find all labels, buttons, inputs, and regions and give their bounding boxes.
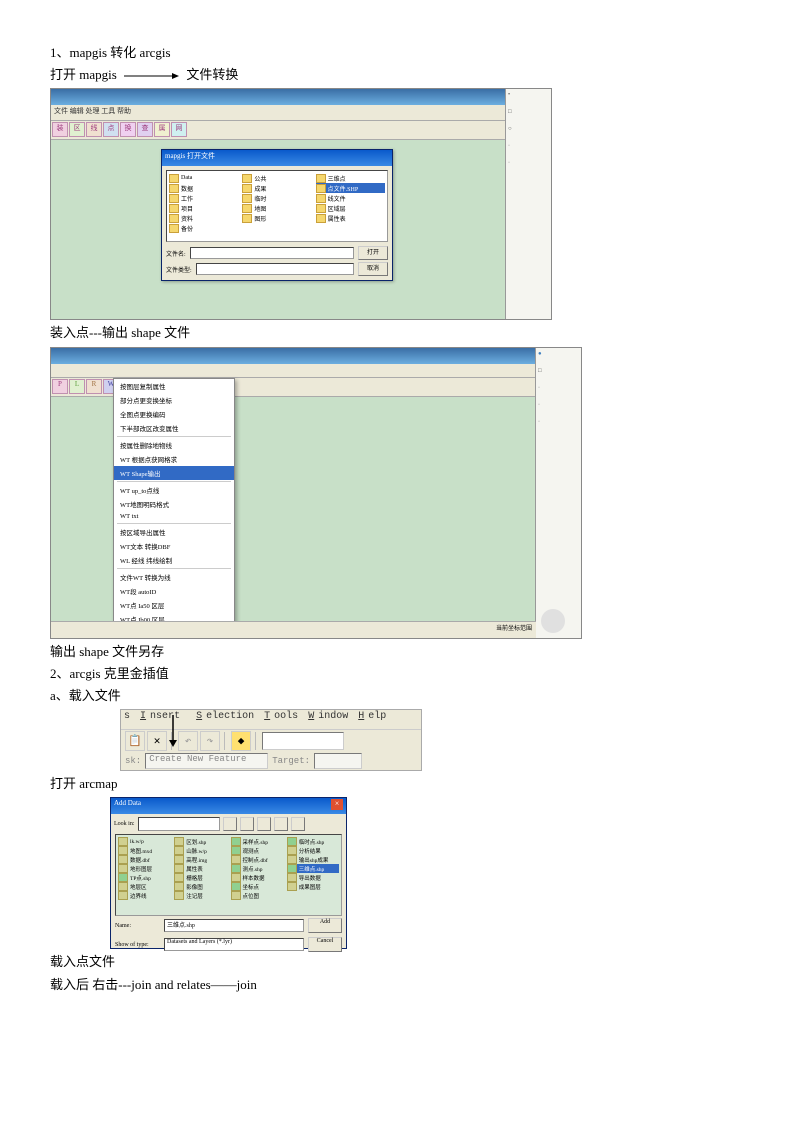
clipboard-icon[interactable]: 📋 [125, 731, 145, 751]
line-9: 载入后 右击---join and relates——join [50, 976, 743, 994]
nav-button[interactable] [291, 817, 305, 831]
filetype-input[interactable] [196, 263, 354, 275]
menu-item[interactable]: 文件WT 转换为线 [114, 570, 234, 584]
menu-item-highlighted[interactable]: WT Shape输出 [114, 466, 234, 480]
context-menu[interactable]: 按图层复制属性 部分点更变换坐标 全图点更换编码 下半部改区改变属性 按属性删除… [113, 378, 235, 639]
open-button[interactable]: 打开 [358, 246, 388, 260]
line-2b: 文件转换 [186, 67, 238, 82]
menu-item[interactable]: WT 根据点获网格求 [114, 452, 234, 466]
arrow-icon [124, 71, 179, 81]
redo-icon[interactable]: ↷ [200, 731, 220, 751]
nav-button[interactable] [223, 817, 237, 831]
menubar [51, 364, 581, 378]
line-8: 载入点文件 [50, 953, 743, 971]
nav-button[interactable] [240, 817, 254, 831]
arrow-down-icon [166, 715, 180, 747]
menu-item[interactable]: 部分点更变换坐标 [114, 393, 234, 407]
menubar: 文件 编辑 处理 工具 帮助 [51, 105, 551, 121]
line-3: 装入点---输出 shape 文件 [50, 324, 743, 342]
menu-item[interactable]: WT up_to点线 [114, 483, 234, 497]
menu-item[interactable]: WT txt [114, 511, 234, 522]
type-label: Show of type: [115, 942, 160, 948]
menu-item[interactable]: WL 经线 纬线绘制 [114, 553, 234, 567]
add-data-icon[interactable]: ◆ [231, 731, 251, 751]
task-field[interactable]: Create New Feature [145, 753, 268, 769]
toolbar: 装区线 点换查 属网 [51, 121, 551, 140]
window-titlebar [51, 89, 551, 105]
line-2: 打开 mapgis 文件转换 [50, 66, 743, 84]
type-input[interactable]: Datasets and Layers (*.lyr) [164, 938, 304, 951]
menu-item[interactable]: 按属性删除地物线 [114, 438, 234, 452]
side-panel: ●□ ··· [535, 348, 581, 638]
name-label: Name: [115, 923, 160, 929]
close-icon[interactable]: × [331, 799, 343, 810]
screenshot-add-data-dialog: Add Data × Look in: lk.w/p 地图.mxd 数据.dbf… [110, 797, 347, 949]
line-4: 输出 shape 文件另存 [50, 643, 743, 661]
file-list[interactable]: lk.w/p 地图.mxd 数据.dbf 地形图层 TP点.shp 地层区 边界… [115, 834, 342, 916]
menu-item[interactable]: 全图点更换编码 [114, 407, 234, 421]
target-field[interactable] [314, 753, 362, 769]
screenshot-mapgis-convert: 文件 编辑 处理 工具 帮助 装区线 点换查 属网 •□○ ·· mapgis … [50, 88, 552, 320]
lookin-label: Look in: [114, 821, 135, 827]
menu-item[interactable]: WT点 Ia50 区层 [114, 598, 234, 612]
delete-icon[interactable]: ✕ [147, 731, 167, 751]
cancel-button[interactable]: Cancel [308, 937, 342, 952]
nav-button[interactable] [274, 817, 288, 831]
line-7: 打开 arcmap [50, 775, 743, 793]
lookin-field[interactable] [138, 817, 220, 831]
open-file-dialog: mapgis 打开文件 Data 数据 工作 项目 资料 备份 公共 成果 临时… [161, 149, 393, 281]
filename-input[interactable] [190, 247, 354, 259]
screenshot-output-shape: PL RW ●□ ··· 按图层复制属性 部分点更变换坐标 全图点更换编码 下半… [50, 347, 582, 639]
menu-item[interactable]: 按区域导出属性 [114, 525, 234, 539]
undo-icon[interactable]: ↶ [178, 731, 198, 751]
screenshot-arcmap-toolbar: s Insert Selection Tools Window Help 📋 ✕… [120, 709, 422, 771]
line-5: 2、arcgis 克里金插值 [50, 665, 743, 683]
line-1: 1、mapgis 转化 arcgis [50, 44, 743, 62]
menu-item[interactable]: WT段 autoID [114, 584, 234, 598]
dialog-title: mapgis 打开文件 [162, 150, 392, 166]
add-button[interactable]: Add [308, 918, 342, 933]
task-bar: sk: Create New Feature Target: [121, 752, 421, 770]
menu-item[interactable]: 下半部改区改变属性 [114, 421, 234, 435]
line-2a: 打开 mapgis [50, 67, 117, 82]
filename-label: 文件名: [166, 249, 186, 258]
status-bar: 当前坐标范围 [51, 621, 536, 638]
cancel-button[interactable]: 取消 [358, 262, 388, 276]
nav-button[interactable] [257, 817, 271, 831]
name-input[interactable]: 三维点.shp [164, 919, 304, 932]
file-list[interactable]: Data 数据 工作 项目 资料 备份 公共 成果 临时 地图 图形 三维点 点… [166, 170, 388, 242]
menu-item[interactable]: WT文本 转换DBF [114, 539, 234, 553]
side-panel: •□○ ·· [505, 89, 551, 319]
line-6: a、载入文件 [50, 687, 743, 705]
window-titlebar [51, 348, 581, 364]
dialog-title: Add Data × [111, 798, 346, 814]
menu-item[interactable]: 按图层复制属性 [114, 379, 234, 393]
filetype-label: 文件类型: [166, 265, 192, 274]
menu-item[interactable]: WT地图明码格式 [114, 497, 234, 511]
